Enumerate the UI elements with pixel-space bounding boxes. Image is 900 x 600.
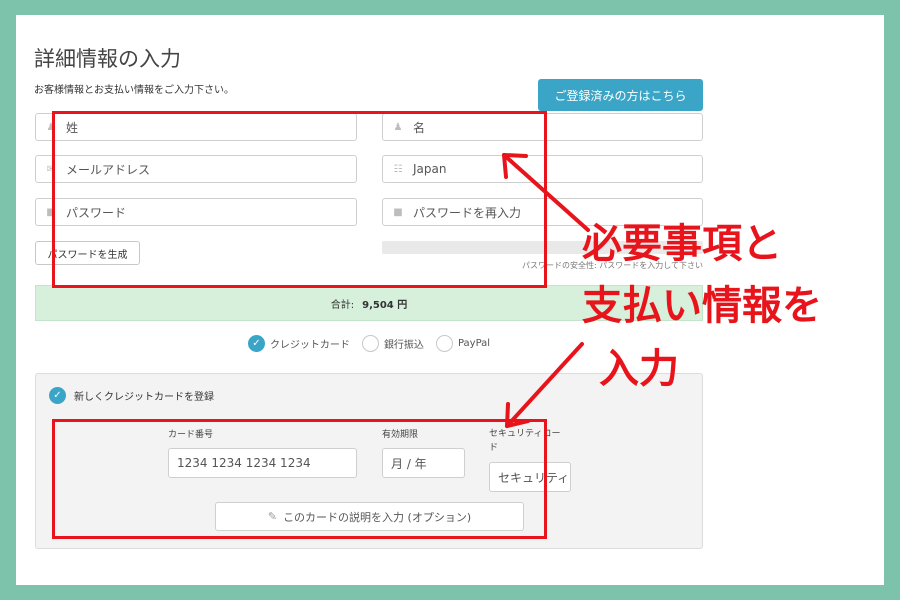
payment-paypal[interactable]: PayPal [435,335,491,352]
payment-bank-transfer[interactable]: 銀行振込 [361,335,424,352]
payment-paypal-label: PayPal [457,338,491,349]
annotation-line-3: 入力 [599,346,679,392]
radio-empty-icon [435,335,453,352]
check-icon: ✓ [49,387,66,404]
check-icon: ✓ [247,335,265,352]
payment-credit-card-label: クレジットカード [269,340,350,351]
new-card-label: 新しくクレジットカードを登録 [74,392,214,403]
page-title: 詳細情報の入力 [34,47,181,71]
page-subtitle: お客様情報とお支払い情報をご入力下さい。 [34,85,234,96]
login-button[interactable]: ご登録済みの方はこちら [538,79,703,111]
highlight-box-card-info [52,419,547,539]
annotation-line-1: 必要事項と [582,221,782,267]
radio-empty-icon [361,335,379,352]
total-label: 合計: [330,299,355,311]
total-amount: 9,504 円 [362,299,408,311]
payment-bank-transfer-label: 銀行振込 [383,340,424,351]
annotation-line-2: 支払い情報を [582,283,822,329]
payment-credit-card[interactable]: ✓ クレジットカード [247,335,350,352]
new-card-option[interactable]: ✓ 新しくクレジットカードを登録 [49,387,214,404]
page: 詳細情報の入力 お客様情報とお支払い情報をご入力下さい。 ご登録済みの方はこちら… [16,15,884,585]
highlight-box-customer-info [52,111,547,288]
